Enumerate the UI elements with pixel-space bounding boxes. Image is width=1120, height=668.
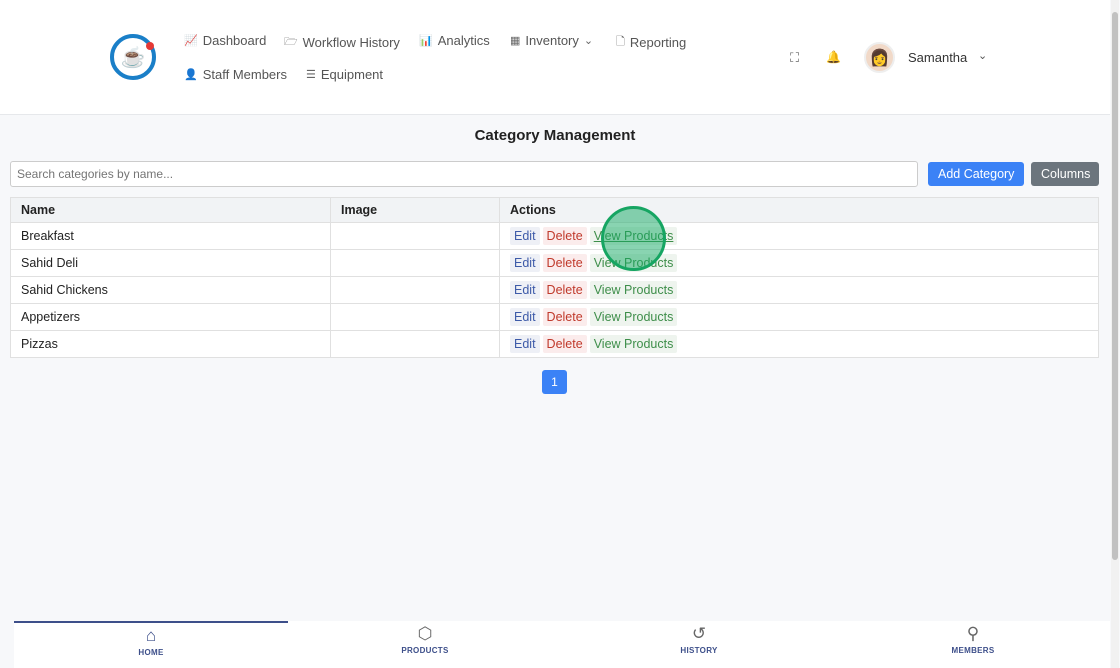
table-row: Sahid Chickens Edit Delete View Products	[10, 276, 1099, 304]
bottom-tab-products[interactable]: ⬡ PRODUCTS	[288, 621, 562, 668]
bottom-nav: ⌂ HOME ⬡ PRODUCTS ↺ HISTORY ⚲ MEMBERS	[14, 621, 1110, 668]
logo[interactable]: ☕	[110, 34, 156, 80]
edit-button[interactable]: Edit	[510, 254, 540, 272]
view-products-button[interactable]: View Products	[589, 281, 678, 299]
category-image	[330, 276, 500, 304]
nav-staff-members[interactable]: 👤 Staff Members	[184, 67, 287, 82]
delete-button[interactable]: Delete	[542, 254, 587, 272]
category-image	[330, 222, 500, 250]
column-header-actions: Actions	[499, 197, 1099, 223]
chevron-down-icon[interactable]: ⌄	[978, 49, 987, 62]
list-icon: ☰	[306, 69, 316, 81]
top-header: ☕ 📈 Dashboard 🗁 Workflow History 📊 Analytics ▦…	[0, 0, 1110, 115]
nav-dashboard[interactable]: 📈 Dashboard	[184, 33, 266, 48]
edit-button[interactable]: Edit	[510, 308, 540, 326]
page-title: Category Management	[474, 127, 636, 144]
bar-chart-icon: 📊	[419, 35, 433, 47]
nav-inventory[interactable]: ▦ Inventory ⌄	[510, 33, 593, 48]
file-icon: 🗋	[616, 36, 625, 48]
category-name: Pizzas	[10, 330, 331, 358]
table-row: Sahid DeliEditDeleteView Products	[10, 249, 1099, 277]
bell-icon[interactable]: 🔔	[826, 50, 841, 64]
bottom-tab-home[interactable]: ⌂ HOME	[14, 621, 288, 668]
column-header-image[interactable]: Image	[330, 197, 500, 223]
box-icon: ⬡	[417, 624, 433, 643]
click-indicator	[601, 206, 666, 271]
user-icon: ⚲	[966, 624, 980, 643]
table-row: Pizzas Edit Delete View Products	[10, 330, 1099, 358]
view-products-button[interactable]: View Products	[589, 335, 678, 353]
page-1-button[interactable]: 1	[542, 370, 567, 394]
bottom-tab-history[interactable]: ↺ HISTORY	[562, 621, 836, 668]
nav-workflow-history[interactable]: 🗁 Workflow History	[284, 33, 400, 52]
home-icon: ⌂	[145, 626, 157, 645]
grid-icon: ▦	[510, 35, 521, 47]
category-name: Appetizers	[10, 303, 331, 331]
edit-button[interactable]: Edit	[510, 335, 540, 353]
nav-equipment[interactable]: ☰ Equipment	[306, 67, 383, 82]
user-name[interactable]: Samantha	[908, 50, 967, 65]
delete-button[interactable]: Delete	[542, 335, 587, 353]
category-name: Breakfast	[10, 222, 331, 250]
add-category-button[interactable]: Add Category	[928, 162, 1025, 186]
fullscreen-icon[interactable]: ⛶	[790, 50, 799, 66]
view-products-button[interactable]: View Products	[589, 308, 678, 326]
table-row: Appetizers Edit Delete View Products	[10, 303, 1099, 331]
search-input[interactable]	[10, 161, 918, 187]
category-image	[330, 330, 500, 358]
history-icon: ↺	[691, 624, 707, 643]
user-icon: 👤	[184, 69, 198, 81]
table-row: BreakfastEditDeleteView Products	[10, 222, 1099, 250]
bottom-tab-members[interactable]: ⚲ MEMBERS	[836, 621, 1110, 668]
nav-reporting[interactable]: 🗋 Reporting	[616, 33, 686, 52]
chevron-down-icon: ⌄	[583, 35, 594, 47]
category-image	[330, 303, 500, 331]
category-name: Sahid Deli	[10, 249, 331, 277]
avatar[interactable]: 👩	[864, 42, 895, 73]
delete-button[interactable]: Delete	[542, 227, 587, 245]
columns-button[interactable]: Columns	[1031, 162, 1099, 186]
delete-button[interactable]: Delete	[542, 281, 587, 299]
nav-analytics[interactable]: 📊 Analytics	[419, 33, 490, 48]
scrollbar-thumb[interactable]	[1112, 12, 1118, 560]
category-image	[330, 249, 500, 277]
chart-line-icon: 📈	[184, 35, 198, 47]
category-name: Sahid Chickens	[10, 276, 331, 304]
folder-icon: 🗁	[284, 36, 298, 48]
category-table: Name Image Actions BreakfastEditDeleteVi…	[10, 197, 1099, 358]
scrollbar[interactable]	[1111, 0, 1119, 668]
delete-button[interactable]: Delete	[542, 308, 587, 326]
column-header-name[interactable]: Name	[10, 197, 331, 223]
edit-button[interactable]: Edit	[510, 227, 540, 245]
edit-button[interactable]: Edit	[510, 281, 540, 299]
